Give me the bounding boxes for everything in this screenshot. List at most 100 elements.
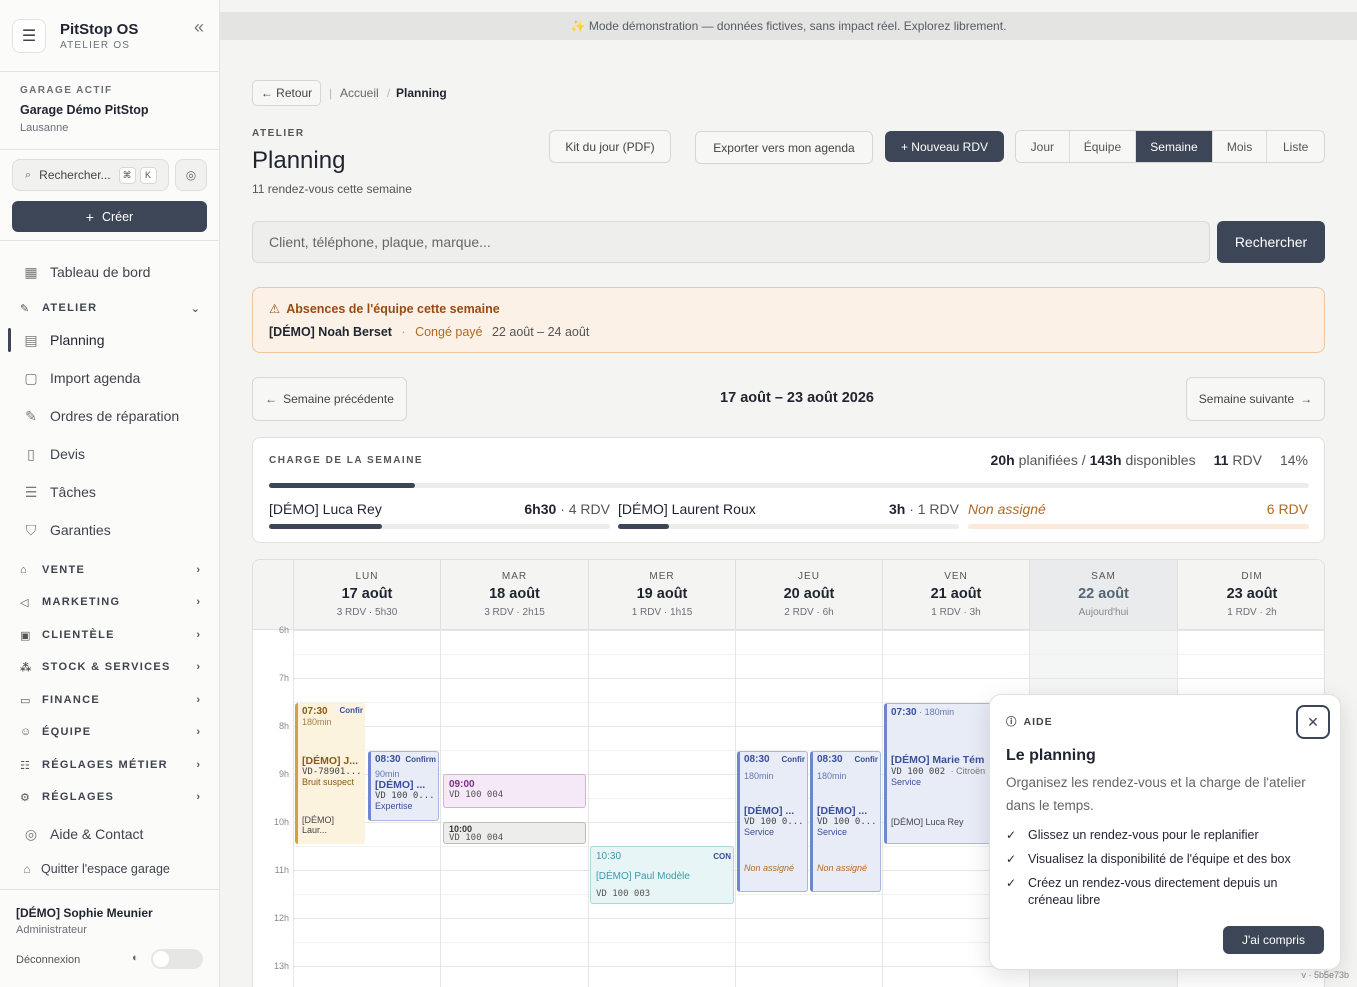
nav-section-clientele[interactable]: ▣ CLIENTÈLE › — [20, 625, 200, 645]
nav-section-stock-label: STOCK & SERVICES — [42, 661, 171, 673]
nav-help-contact[interactable]: ◎ Aide & Contact — [22, 822, 144, 846]
day-name: JEU — [798, 571, 820, 582]
nav-section-vente[interactable]: ⌂ VENTE › — [20, 560, 200, 580]
sidebar-search-button[interactable]: ⌕ Rechercher... ⌘ K — [12, 159, 169, 191]
view-month-tab[interactable]: Mois — [1213, 131, 1268, 162]
appointment-card[interactable]: 07:30 Confir 180min [DÉMO] J... VD-78901… — [295, 703, 365, 844]
hour-label: 8h — [278, 721, 289, 731]
event-plate: VD 100 0... — [744, 817, 803, 827]
nav-section-marketing[interactable]: ◁ MARKETING › — [20, 592, 200, 612]
appointment-search-input[interactable]: Client, téléphone, plaque, marque... — [252, 221, 1210, 263]
breadcrumb-current: Planning — [396, 86, 447, 100]
appointment-card[interactable]: 08:30 Confir 180min [DÉMO] ... VD 100 0.… — [810, 751, 881, 892]
absence-dates: 22 août – 24 août — [491, 325, 590, 339]
checklist-icon: ☰ — [24, 483, 38, 500]
available-hours: 143h — [1089, 452, 1122, 468]
prev-week-button[interactable]: ← Semaine précédente — [252, 377, 407, 421]
appointment-card[interactable]: 09:00 VD 100 004 — [443, 774, 586, 808]
nav-section-reglages[interactable]: ⚙ RÉGLAGES › — [20, 787, 200, 807]
view-day-tab[interactable]: Jour — [1016, 131, 1070, 162]
day-header-sun[interactable]: DIM 23 août 1 RDV · 2h — [1177, 560, 1324, 630]
day-name: SAM — [1091, 571, 1116, 582]
nav-section-reglages-metier[interactable]: ☷ RÉGLAGES MÉTIER › — [20, 755, 200, 775]
create-button[interactable]: + Créer — [12, 201, 207, 232]
appointment-card[interactable]: 07:30 · 180min [DÉMO] Marie Tém VD 100 0… — [884, 703, 994, 844]
event-client: [DÉMO] ... — [375, 779, 426, 791]
back-button[interactable]: ← Retour — [252, 80, 321, 106]
contact-icon: ▣ — [20, 629, 32, 642]
view-list-tab[interactable]: Liste — [1267, 131, 1324, 162]
day-header-sat[interactable]: SAM 22 août Aujourd'hui — [1029, 560, 1177, 630]
nav-dashboard[interactable]: ▦ Tableau de bord — [22, 260, 150, 284]
unassigned-label: Non assigné — [968, 501, 1046, 517]
nav-quotes[interactable]: ▯ Devis — [22, 442, 85, 466]
divider — [0, 149, 219, 150]
day-header-wed[interactable]: MER 19 août 1 RDV · 1h15 — [588, 560, 735, 630]
theme-toggle[interactable] — [151, 949, 203, 969]
day-header-tue[interactable]: MAR 18 août 3 RDV · 2h15 — [440, 560, 588, 630]
nav-tasks[interactable]: ☰ Tâches — [22, 480, 96, 504]
absence-name: [DÉMO] Noah Berset — [269, 325, 392, 339]
search-submit-button[interactable]: Rechercher — [1217, 221, 1325, 263]
view-switcher: Jour Équipe Semaine Mois Liste — [1015, 130, 1325, 163]
event-car: · Citroën — [950, 766, 986, 776]
tech-rdv: · 4 RDV — [560, 501, 610, 517]
view-week-tab[interactable]: Semaine — [1136, 131, 1213, 162]
day-header-fri[interactable]: VEN 21 août 1 RDV · 3h — [882, 560, 1029, 630]
breadcrumb-separator: | — [329, 86, 333, 100]
wrench-icon: ✎ — [25, 407, 37, 424]
appointment-card[interactable]: 08:30 Confirm 90min [DÉMO] ... VD 100 0.… — [368, 751, 439, 821]
appointment-card[interactable]: 10:30 CON [DÉMO] Paul Modèle VD 100 003 — [590, 846, 734, 904]
plus-icon: + — [85, 208, 94, 225]
help-item: ✓ Visualisez la disponibilité de l'équipe… — [1006, 851, 1326, 868]
hour-label: 11h — [274, 865, 289, 875]
camera-icon: ◎ — [185, 168, 197, 182]
nav-section-vente-label: VENTE — [42, 564, 86, 576]
chevron-right-icon: › — [196, 694, 200, 706]
breadcrumb-home[interactable]: Accueil — [340, 86, 379, 100]
collapse-sidebar-icon[interactable]: « — [194, 17, 204, 38]
nav-section-atelier[interactable]: ✎ ATELIER ⌄ — [20, 298, 200, 318]
warning-icon: ⚠ — [269, 302, 281, 316]
nav-import-agenda[interactable]: ▢ Import agenda — [22, 366, 140, 390]
nav-repair-orders[interactable]: ✎ Ordres de réparation — [22, 404, 179, 428]
camera-scan-button[interactable]: ◎ — [175, 159, 207, 191]
divider — [0, 240, 219, 241]
tech-hours: 3h — [888, 501, 906, 517]
next-week-button[interactable]: Semaine suivante → — [1186, 377, 1325, 421]
nav-warranties[interactable]: ⛉ Garanties — [22, 518, 111, 542]
nav-section-clientele-label: CLIENTÈLE — [42, 629, 115, 641]
chevron-right-icon: › — [196, 596, 200, 608]
page-eyebrow: ATELIER — [252, 128, 305, 139]
help-ok-button[interactable]: J'ai compris — [1223, 926, 1324, 954]
event-duration: 90min — [375, 769, 400, 779]
kit-pdf-button[interactable]: Kit du jour (PDF) — [549, 130, 671, 163]
appointment-card[interactable]: 10:00 VD 100 004 — [443, 822, 586, 844]
help-popover: ⓘ AIDE ✕ Le planning Organisez les rendez… — [989, 694, 1341, 970]
new-appointment-button[interactable]: + Nouveau RDV — [885, 131, 1004, 162]
day-header-mon[interactable]: LUN 17 août 3 RDV · 5h30 — [293, 560, 440, 630]
nav-section-equipe[interactable]: ☺ ÉQUIPE › — [20, 722, 200, 742]
shield-icon: ⛉ — [25, 521, 37, 538]
day-date: 20 août — [783, 586, 835, 602]
unassigned-rdv: 6 RDV — [1266, 501, 1308, 517]
event-time: 09:00 — [449, 779, 475, 790]
day-header-thu[interactable]: JEU 20 août 2 RDV · 6h — [735, 560, 882, 630]
appointment-card[interactable]: 08:30 Confir 180min [DÉMO] ... VD 100 0.… — [737, 751, 808, 892]
boxes-icon: ⁂ — [20, 661, 33, 674]
event-note: Service — [891, 777, 922, 787]
user-name: [DÉMO] Sophie Meunier — [16, 906, 153, 920]
menu-icon[interactable]: ☰ — [12, 19, 46, 53]
close-help-button[interactable]: ✕ — [1296, 705, 1330, 739]
view-team-tab[interactable]: Équipe — [1070, 131, 1137, 162]
dashboard-icon: ▦ — [24, 263, 38, 280]
nav-section-stock[interactable]: ⁂ STOCK & SERVICES › — [20, 657, 200, 677]
nav-quit-garage[interactable]: ⌂ Quitter l'espace garage — [20, 857, 169, 881]
breadcrumb-separator: / — [387, 86, 391, 100]
logout-link[interactable]: Déconnexion — [16, 954, 80, 966]
nav-tasks-label: Tâches — [50, 484, 96, 500]
export-agenda-button[interactable]: Exporter vers mon agenda — [695, 131, 873, 164]
chevron-right-icon: › — [196, 759, 200, 771]
nav-section-finance[interactable]: ▭ FINANCE › — [20, 690, 200, 710]
nav-planning[interactable]: ▤ Planning — [22, 328, 104, 352]
